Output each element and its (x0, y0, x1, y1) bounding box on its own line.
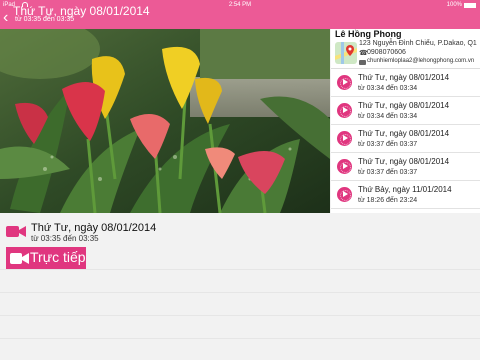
session-item[interactable]: Thứ Tư, ngày 08/01/2014 từ 03:34 đến 03:… (331, 97, 480, 125)
session-date: Thứ Tư, ngày 08/01/2014 (358, 73, 450, 82)
session-list: Thứ Tư, ngày 08/01/2014 từ 03:34 đến 03:… (331, 69, 480, 209)
play-icon (337, 75, 352, 90)
play-icon (337, 159, 352, 174)
session-time: từ 03:37 đến 03:37 (358, 169, 418, 176)
live-button[interactable]: Trực tiếp (6, 247, 86, 270)
table-row (0, 269, 480, 292)
table-row (0, 338, 480, 360)
play-icon (337, 131, 352, 146)
contact-address: 123 Nguyễn Đình Chiểu, P.Dakao, Q1 (359, 40, 477, 47)
session-date: Thứ Tư, ngày 08/01/2014 (358, 157, 450, 166)
table-row (0, 292, 480, 315)
battery-percent: 100% (446, 2, 462, 8)
contact-phone[interactable]: 0908070606 (367, 49, 406, 56)
contact-name: Lê Hồng Phong (335, 29, 402, 39)
mail-icon (359, 60, 366, 65)
session-item[interactable]: Thứ Tư, ngày 08/01/2014 từ 03:34 đến 03:… (331, 69, 480, 97)
play-icon (337, 103, 352, 118)
table-row (0, 315, 480, 338)
chevron-left-icon: ‹ (3, 9, 9, 26)
session-item[interactable]: Thứ Tư, ngày 08/01/2014 từ 03:37 đến 03:… (331, 153, 480, 181)
session-time: từ 03:37 đến 03:37 (358, 141, 418, 148)
page-subtitle: từ 03:35 đến 03:35 (15, 16, 75, 23)
live-button-label: Trực tiếp (30, 249, 86, 265)
right-panel: Lê Hồng Phong 123 Nguyễn Đình Chiểu, P.D… (331, 29, 480, 213)
contact-email[interactable]: chunhiemloplaa2@lehongphong.com.vn (367, 58, 474, 64)
play-icon (337, 187, 352, 202)
video-player[interactable] (0, 29, 330, 213)
session-date: Thứ Tư, ngày 08/01/2014 (358, 101, 450, 110)
video-camera-icon (10, 253, 29, 264)
map-icon[interactable] (335, 42, 357, 64)
app-screen: iPad 2:54 PM 100% ‹ Thứ Tư, ngày 08/01/2… (0, 0, 480, 360)
battery-icon (464, 3, 476, 8)
session-date: Thứ Bảy, ngày 11/01/2014 (358, 185, 452, 194)
session-time: từ 18:26 đến 23:24 (358, 197, 418, 204)
session-time: từ 03:34 đến 03:34 (358, 85, 418, 92)
nav-bar: ‹ Thứ Tư, ngày 08/01/2014 từ 03:35 đến 0… (0, 4, 480, 29)
session-item[interactable]: Thứ Bảy, ngày 11/01/2014 từ 18:26 đến 23… (331, 181, 480, 209)
current-session-time: từ 03:35 đến 03:35 (31, 234, 99, 243)
video-camera-icon (6, 226, 26, 237)
contact-card: Lê Hồng Phong 123 Nguyễn Đình Chiểu, P.D… (331, 29, 480, 69)
session-date: Thứ Tư, ngày 08/01/2014 (358, 129, 450, 138)
session-time: từ 03:34 đến 03:34 (358, 113, 418, 120)
current-session-date: Thứ Tư, ngày 08/01/2014 (31, 222, 157, 234)
session-item[interactable]: Thứ Tư, ngày 08/01/2014 từ 03:37 đến 03:… (331, 125, 480, 153)
flower-photo (0, 29, 330, 213)
table-row-separators (0, 269, 480, 360)
